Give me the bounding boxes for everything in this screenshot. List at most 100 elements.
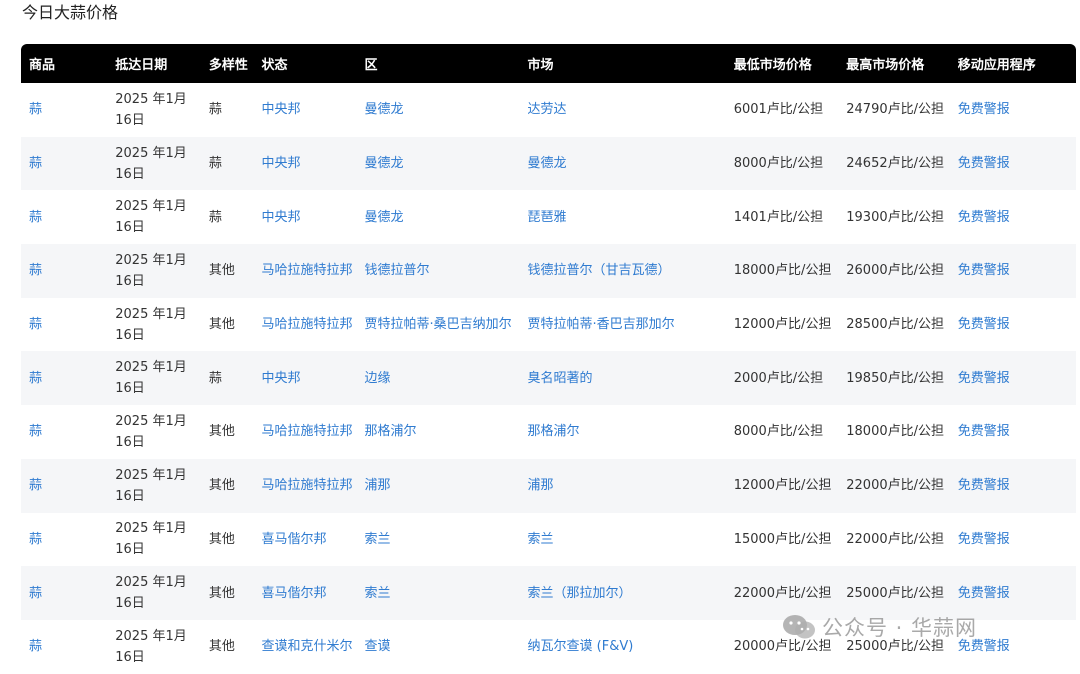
cell-state-link[interactable]: 中央邦 [261, 371, 300, 386]
cell-max-price: 19850卢比/公担 [846, 370, 944, 386]
table-body: 蒜 2025 年1月 16日蒜中央邦 曼德龙 达劳达 6001卢比/公担 24790卢比/… [21, 83, 1076, 674]
table-cell: 边缘 [357, 351, 520, 405]
table-cell: 曼德龙 [357, 83, 520, 137]
cell-commodity-link[interactable]: 蒜 [29, 210, 42, 225]
table-cell: 免费警报 [950, 566, 1076, 620]
cell-free-alert-link[interactable]: 免费警报 [958, 317, 1010, 332]
cell-commodity-link[interactable]: 蒜 [29, 317, 42, 332]
cell-commodity-link[interactable]: 蒜 [29, 102, 42, 117]
table-cell: 曼德龙 [357, 137, 520, 191]
table-cell: 免费警报 [950, 351, 1076, 405]
cell-market-link[interactable]: 琵琶雅 [528, 210, 567, 225]
cell-state-link[interactable]: 马哈拉施特拉邦 [261, 424, 352, 439]
cell-min-price: 12000卢比/公担 [733, 317, 832, 333]
table-cell: 2025 年1月 16日 [107, 190, 201, 244]
cell-market-link[interactable]: 那格浦尔 [528, 424, 580, 439]
cell-state-link[interactable]: 马哈拉施特拉邦 [261, 317, 352, 332]
cell-free-alert-link[interactable]: 免费警报 [958, 156, 1010, 171]
cell-free-alert-link[interactable]: 免费警报 [958, 371, 1010, 386]
table-cell: 浦那 [357, 459, 520, 513]
cell-district-link[interactable]: 浦那 [365, 478, 391, 493]
cell-commodity-link[interactable]: 蒜 [29, 532, 42, 547]
cell-min-price: 22000卢比/公担 [733, 585, 832, 601]
table-cell: 免费警报 [950, 137, 1076, 191]
cell-district-link[interactable]: 索兰 [365, 532, 391, 547]
cell-arrival-date: 2025 年1月 16日 [115, 360, 187, 397]
table-header-row: 商品 抵达日期 多样性 状态 区 市场 最低市场价格 最高市场价格 移动应用程序 [21, 44, 1076, 83]
cell-market-link[interactable]: 达劳达 [528, 102, 567, 117]
cell-market-link[interactable]: 曼德龙 [528, 156, 567, 171]
table-cell: 其他 [201, 513, 254, 567]
cell-free-alert-link[interactable]: 免费警报 [958, 263, 1010, 278]
price-table-container: 商品 抵达日期 多样性 状态 区 市场 最低市场价格 最高市场价格 移动应用程序… [21, 44, 1077, 674]
cell-district-link[interactable]: 查谟 [365, 639, 391, 654]
table-cell: 纳瓦尔查谟 (F&V) [520, 620, 726, 674]
cell-state-link[interactable]: 马哈拉施特拉邦 [261, 478, 352, 493]
table-cell: 马哈拉施特拉邦 [253, 298, 356, 352]
cell-free-alert-link[interactable]: 免费警报 [958, 210, 1010, 225]
cell-district-link[interactable]: 那格浦尔 [365, 424, 417, 439]
cell-min-price: 20000卢比/公担 [733, 639, 832, 655]
cell-market-link[interactable]: 索兰（那拉加尔） [528, 586, 632, 601]
table-cell: 那格浦尔 [357, 405, 520, 459]
table-row: 蒜 2025 年1月 16日 其他 马哈拉施特拉邦 浦那 浦那 12000卢比/公担 2200… [21, 458, 1076, 513]
cell-commodity-link[interactable]: 蒜 [29, 639, 42, 654]
table-cell: 6001卢比/公担 [726, 83, 839, 137]
cell-state-link[interactable]: 中央邦 [261, 156, 300, 171]
table-cell: 18000卢比/公担 [838, 405, 949, 459]
cell-free-alert-link[interactable]: 免费警报 [958, 424, 1010, 439]
cell-district-link[interactable]: 索兰 [365, 586, 391, 601]
cell-state-link[interactable]: 喜马偕尔邦 [261, 586, 326, 601]
cell-district-link[interactable]: 曼德龙 [365, 210, 404, 225]
cell-commodity-link[interactable]: 蒜 [29, 424, 42, 439]
cell-max-price: 24790卢比/公担 [846, 102, 944, 118]
cell-free-alert-link[interactable]: 免费警报 [958, 102, 1010, 117]
cell-state-link[interactable]: 喜马偕尔邦 [261, 532, 326, 547]
table-cell: 免费警报 [950, 513, 1076, 567]
cell-free-alert-link[interactable]: 免费警报 [958, 639, 1010, 654]
cell-state-link[interactable]: 中央邦 [261, 210, 300, 225]
cell-min-price: 15000卢比/公担 [733, 531, 832, 547]
cell-state-link[interactable]: 查谟和克什米尔 [261, 639, 352, 654]
cell-market-link[interactable]: 浦那 [528, 478, 554, 493]
cell-commodity-link[interactable]: 蒜 [29, 263, 42, 278]
cell-commodity-link[interactable]: 蒜 [29, 586, 42, 601]
cell-market-link[interactable]: 钱德拉普尔（甘吉瓦德） [528, 263, 671, 278]
cell-free-alert-link[interactable]: 免费警报 [958, 478, 1010, 493]
cell-commodity-link[interactable]: 蒜 [29, 156, 42, 171]
cell-market-link[interactable]: 纳瓦尔查谟 (F&V) [528, 639, 634, 654]
cell-market-link[interactable]: 贾特拉帕蒂·香巴吉那加尔 [528, 317, 675, 332]
cell-free-alert-link[interactable]: 免费警报 [958, 532, 1010, 547]
cell-district-link[interactable]: 曼德龙 [365, 156, 404, 171]
cell-variety: 蒜 [208, 370, 222, 386]
cell-min-price: 1401卢比/公担 [733, 209, 824, 225]
table-cell: 臭名昭著的 [520, 351, 726, 405]
table-cell: 其他 [201, 244, 254, 298]
table-cell: 蒜 [201, 190, 254, 244]
cell-market-link[interactable]: 索兰 [528, 532, 554, 547]
table-cell: 蒜 [21, 459, 107, 513]
cell-free-alert-link[interactable]: 免费警报 [958, 586, 1010, 601]
table-cell: 钱德拉普尔 [357, 244, 520, 298]
table-cell: 其他 [201, 459, 254, 513]
cell-district-link[interactable]: 贾特拉帕蒂·桑巴吉纳加尔 [365, 317, 512, 332]
table-cell: 免费警报 [950, 190, 1076, 244]
table-cell: 25000卢比/公担 [838, 620, 949, 674]
cell-district-link[interactable]: 曼德龙 [365, 102, 404, 117]
cell-max-price: 22000卢比/公担 [846, 531, 944, 547]
cell-variety: 其他 [208, 585, 235, 601]
table-cell: 曼德龙 [357, 190, 520, 244]
cell-district-link[interactable]: 边缘 [365, 371, 391, 386]
cell-commodity-link[interactable]: 蒜 [29, 478, 42, 493]
table-cell: 20000卢比/公担 [726, 620, 839, 674]
table-cell: 中央邦 [253, 190, 356, 244]
cell-state-link[interactable]: 马哈拉施特拉邦 [261, 263, 352, 278]
table-cell: 2025 年1月 16日 [107, 83, 201, 137]
table-cell: 2025 年1月 16日 [107, 137, 201, 191]
table-cell: 12000卢比/公担 [726, 459, 839, 513]
table-cell: 蒜 [201, 137, 254, 191]
cell-market-link[interactable]: 臭名昭著的 [528, 371, 593, 386]
cell-state-link[interactable]: 中央邦 [261, 102, 300, 117]
cell-commodity-link[interactable]: 蒜 [29, 371, 42, 386]
cell-district-link[interactable]: 钱德拉普尔 [365, 263, 430, 278]
